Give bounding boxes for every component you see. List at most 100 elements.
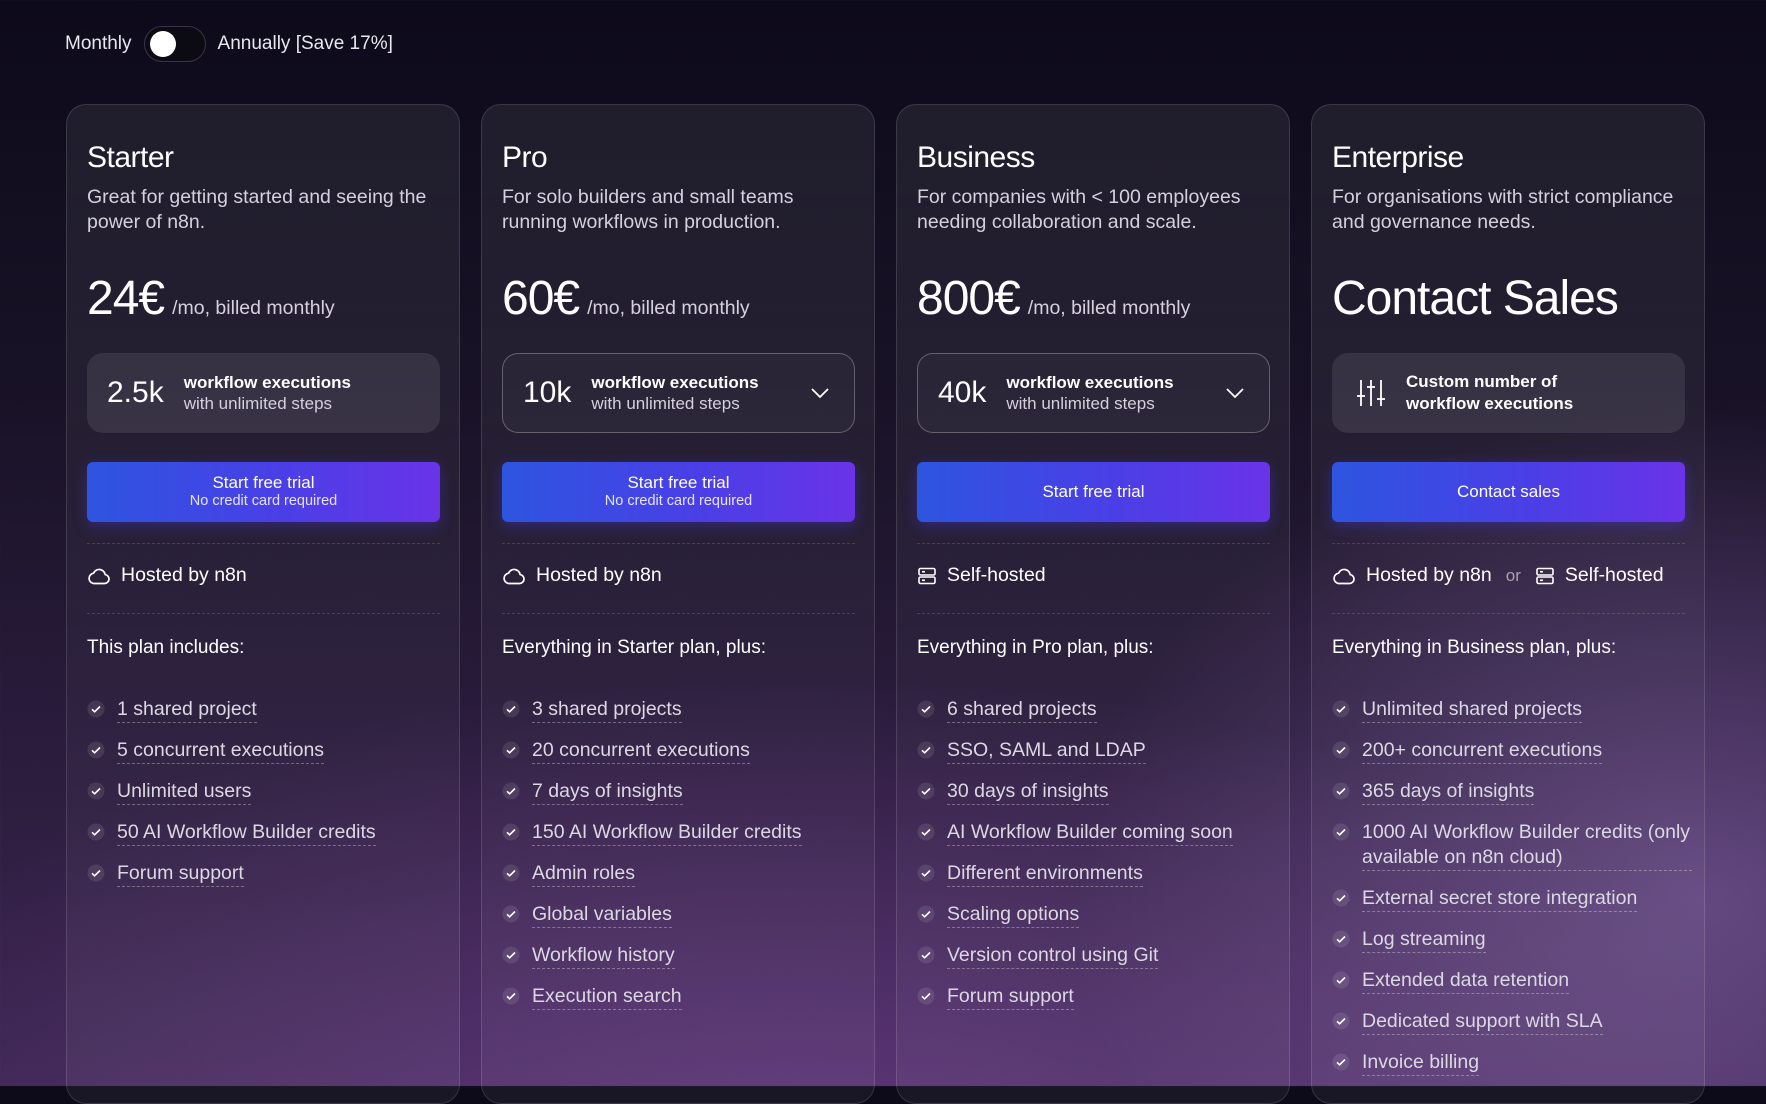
feature-item: Unlimited shared projects bbox=[1332, 697, 1692, 723]
plan-card-pro: Pro For solo builders and small teams ru… bbox=[481, 104, 875, 1104]
plan-card-starter: Starter Great for getting started and se… bbox=[66, 104, 460, 1104]
feature-item: Invoice billing bbox=[1332, 1050, 1692, 1076]
annual-label[interactable]: Annually [Save 17%] bbox=[218, 33, 393, 55]
feature-label[interactable]: 5 concurrent executions bbox=[117, 738, 325, 764]
feature-item: SSO, SAML and LDAP bbox=[917, 738, 1277, 764]
executions-label: workflow executions bbox=[183, 373, 351, 392]
billing-toggle: Monthly Annually [Save 17%] bbox=[65, 26, 393, 62]
sliders-icon bbox=[1357, 380, 1385, 406]
check-icon bbox=[502, 905, 520, 923]
check-icon bbox=[1332, 700, 1350, 718]
feature-label[interactable]: Execution search bbox=[532, 984, 682, 1010]
includes-heading: Everything in Starter plan, plus: bbox=[502, 637, 767, 658]
feature-label[interactable]: 3 shared projects bbox=[532, 697, 682, 723]
feature-label[interactable]: Extended data retention bbox=[1362, 968, 1570, 994]
plan-price: Contact Sales bbox=[1332, 271, 1619, 326]
feature-label[interactable]: 6 shared projects bbox=[947, 697, 1097, 723]
executions-sublabel: with unlimited steps bbox=[183, 394, 333, 413]
check-icon bbox=[502, 741, 520, 759]
feature-item: Execution search bbox=[502, 984, 862, 1010]
executions-label: Custom number of bbox=[1406, 372, 1558, 391]
plan-card-enterprise: Enterprise For organisations with strict… bbox=[1311, 104, 1705, 1104]
check-icon bbox=[917, 700, 935, 718]
hosting-label: Hosted by n8n bbox=[1366, 564, 1492, 586]
includes-heading: Everything in Business plan, plus: bbox=[1332, 637, 1617, 658]
executions-box: 2.5k workflow executions with unlimited … bbox=[87, 353, 440, 433]
feature-label[interactable]: 200+ concurrent executions bbox=[1362, 738, 1603, 764]
includes-heading: This plan includes: bbox=[87, 637, 245, 658]
feature-label[interactable]: 50 AI Workflow Builder credits bbox=[117, 820, 376, 846]
check-icon bbox=[1332, 1053, 1350, 1071]
feature-label[interactable]: Unlimited shared projects bbox=[1362, 697, 1583, 723]
feature-label[interactable]: 150 AI Workflow Builder credits bbox=[532, 820, 802, 846]
chevron-down-icon bbox=[811, 388, 829, 399]
price-unit: /mo, billed monthly bbox=[1027, 297, 1191, 319]
feature-item: External secret store integration bbox=[1332, 886, 1692, 912]
cloud-icon bbox=[503, 568, 525, 584]
hosting-info: Hosted by n8n bbox=[502, 564, 662, 587]
check-icon bbox=[1332, 1012, 1350, 1030]
divider bbox=[1332, 543, 1685, 544]
feature-label[interactable]: SSO, SAML and LDAP bbox=[947, 738, 1146, 764]
feature-item: Dedicated support with SLA bbox=[1332, 1009, 1692, 1035]
feature-label[interactable]: 365 days of insights bbox=[1362, 779, 1535, 805]
monthly-label[interactable]: Monthly bbox=[65, 33, 132, 55]
includes-heading: Everything in Pro plan, plus: bbox=[917, 637, 1154, 658]
hosting-label-2: Self-hosted bbox=[1564, 564, 1664, 586]
feature-label[interactable]: 1000 AI Workflow Builder credits (only a… bbox=[1362, 820, 1692, 871]
price-amount: Contact Sales bbox=[1332, 272, 1619, 325]
feature-label[interactable]: AI Workflow Builder coming soon bbox=[947, 820, 1233, 846]
check-icon bbox=[1332, 741, 1350, 759]
executions-label: workflow executions bbox=[1006, 373, 1174, 392]
price-amount: 60€ bbox=[502, 272, 580, 325]
feature-label[interactable]: 30 days of insights bbox=[947, 779, 1109, 805]
feature-label[interactable]: Forum support bbox=[947, 984, 1074, 1010]
check-icon bbox=[502, 700, 520, 718]
feature-label[interactable]: Scaling options bbox=[947, 902, 1080, 928]
executions-count: 40k bbox=[938, 376, 987, 409]
feature-label[interactable]: Workflow history bbox=[532, 943, 675, 969]
feature-label[interactable]: 7 days of insights bbox=[532, 779, 683, 805]
feature-item: 6 shared projects bbox=[917, 697, 1277, 723]
hosting-label: Hosted by n8n bbox=[121, 564, 247, 586]
feature-label[interactable]: Forum support bbox=[117, 861, 244, 887]
divider bbox=[917, 613, 1270, 614]
feature-label[interactable]: External secret store integration bbox=[1362, 886, 1638, 912]
feature-label[interactable]: Unlimited users bbox=[117, 779, 252, 805]
start-trial-button[interactable]: Start free trial No credit card required bbox=[502, 462, 855, 522]
feature-item: 20 concurrent executions bbox=[502, 738, 862, 764]
executions-select[interactable]: 40k workflow executions with unlimited s… bbox=[917, 353, 1270, 433]
feature-item: 50 AI Workflow Builder credits bbox=[87, 820, 447, 846]
feature-label[interactable]: Version control using Git bbox=[947, 943, 1159, 969]
server-icon bbox=[1536, 567, 1554, 584]
divider bbox=[1332, 613, 1685, 614]
price-amount: 24€ bbox=[87, 272, 165, 325]
cta-label: Contact sales bbox=[1457, 482, 1560, 501]
feature-label[interactable]: 1 shared project bbox=[117, 697, 257, 723]
check-icon bbox=[502, 823, 520, 841]
plan-name: Pro bbox=[502, 141, 548, 174]
check-icon bbox=[1332, 930, 1350, 948]
feature-label[interactable]: Invoice billing bbox=[1362, 1050, 1480, 1076]
feature-label[interactable]: Dedicated support with SLA bbox=[1362, 1009, 1603, 1035]
cta-sublabel: No credit card required bbox=[604, 493, 753, 509]
start-trial-button[interactable]: Start free trial No credit card required bbox=[87, 462, 440, 522]
price-unit: /mo, billed monthly bbox=[172, 297, 335, 319]
feature-label[interactable]: Different environments bbox=[947, 861, 1143, 887]
price-amount: 800€ bbox=[917, 272, 1021, 325]
cta-label: Start free trial bbox=[1042, 482, 1145, 501]
feature-item: 1 shared project bbox=[87, 697, 447, 723]
price-unit: /mo, billed monthly bbox=[587, 297, 750, 319]
feature-label[interactable]: Global variables bbox=[532, 902, 672, 928]
feature-label[interactable]: Log streaming bbox=[1362, 927, 1486, 953]
feature-label[interactable]: Admin roles bbox=[532, 861, 635, 887]
executions-select[interactable]: 10k workflow executions with unlimited s… bbox=[502, 353, 855, 433]
billing-switch[interactable] bbox=[143, 26, 206, 62]
feature-item: Scaling options bbox=[917, 902, 1277, 928]
feature-label[interactable]: 20 concurrent executions bbox=[532, 738, 750, 764]
contact-sales-button[interactable]: Contact sales bbox=[1332, 462, 1685, 522]
check-icon bbox=[917, 741, 935, 759]
start-trial-button[interactable]: Start free trial bbox=[917, 462, 1270, 522]
feature-item: Forum support bbox=[87, 861, 447, 887]
check-icon bbox=[502, 946, 520, 964]
